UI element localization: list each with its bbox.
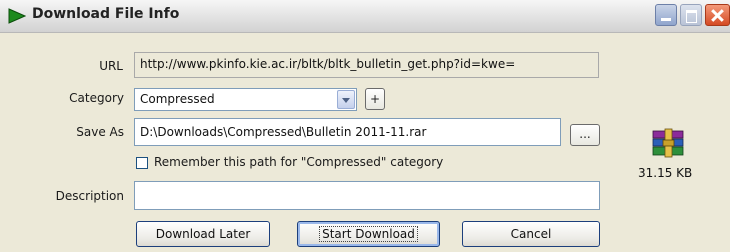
download-later-label: Download Later bbox=[155, 227, 251, 241]
save-as-label: Save As bbox=[76, 125, 124, 139]
minimize-button[interactable] bbox=[655, 4, 677, 26]
download-file-info-window: Download File Info URL http://www.pkinfo… bbox=[0, 0, 730, 252]
play-arrow-icon bbox=[8, 8, 26, 24]
remember-path-checkbox[interactable] bbox=[136, 157, 148, 169]
cancel-label: Cancel bbox=[510, 227, 552, 241]
description-field[interactable] bbox=[134, 181, 600, 210]
download-later-button[interactable]: Download Later bbox=[136, 221, 270, 247]
file-size: 31.15 KB bbox=[638, 166, 693, 180]
save-as-field[interactable]: D:\Downloads\Compressed\Bulletin 2011-11… bbox=[134, 118, 561, 146]
url-label: URL bbox=[99, 59, 123, 73]
category-value: Compressed bbox=[140, 92, 215, 106]
start-download-button[interactable]: Start Download bbox=[297, 221, 440, 247]
add-category-button[interactable]: + bbox=[365, 88, 385, 110]
close-button[interactable] bbox=[705, 4, 730, 26]
url-field[interactable]: http://www.pkinfo.kie.ac.ir/bltk/bltk_bu… bbox=[134, 52, 599, 78]
title-bar[interactable]: Download File Info bbox=[0, 0, 730, 33]
winrar-archive-icon bbox=[652, 128, 684, 158]
maximize-button[interactable] bbox=[680, 4, 702, 26]
browse-button[interactable]: ... bbox=[570, 124, 600, 146]
chevron-down-icon[interactable] bbox=[337, 90, 355, 109]
window-title: Download File Info bbox=[32, 6, 180, 22]
description-label: Description bbox=[55, 189, 124, 203]
category-label: Category bbox=[69, 91, 124, 105]
remember-path-label: Remember this path for "Compressed" cate… bbox=[154, 155, 444, 169]
cancel-button[interactable]: Cancel bbox=[462, 221, 600, 247]
category-select[interactable]: Compressed bbox=[134, 88, 357, 111]
start-download-label: Start Download bbox=[319, 226, 418, 242]
